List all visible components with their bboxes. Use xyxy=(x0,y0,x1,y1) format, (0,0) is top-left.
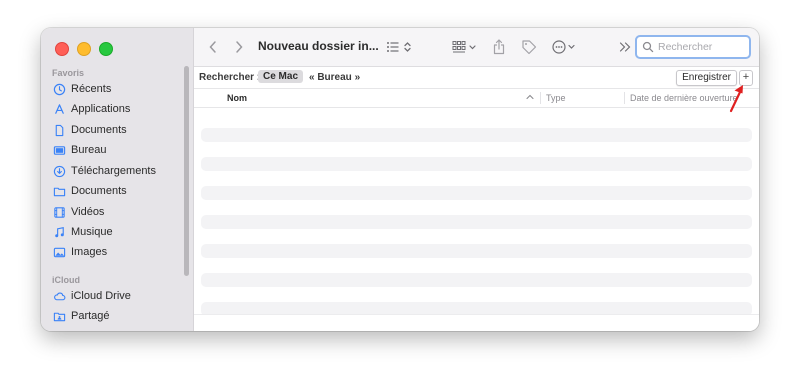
chevron-down-icon xyxy=(469,45,476,50)
close-button[interactable] xyxy=(55,42,69,56)
window-title: Nouveau dossier in... xyxy=(258,39,379,53)
sidebar-item-label: Vidéos xyxy=(71,206,105,218)
grid-group-icon xyxy=(452,41,466,53)
status-bar xyxy=(194,314,759,331)
list-row-placeholder xyxy=(201,186,752,200)
list-view-icon xyxy=(387,42,399,52)
scope-label: Rechercher : xyxy=(199,72,261,83)
sidebar-item-downloads[interactable]: Téléchargements xyxy=(52,162,182,180)
applications-icon xyxy=(52,102,66,116)
list-row-placeholder xyxy=(201,157,752,171)
ellipsis-circle-icon xyxy=(552,40,566,54)
sidebar-item-documents[interactable]: Documents xyxy=(52,121,182,139)
search-input[interactable] xyxy=(658,41,743,53)
sidebar-item-bureau[interactable]: Bureau xyxy=(52,141,182,159)
updown-chevron-icon xyxy=(404,42,411,52)
list-row-placeholder xyxy=(201,244,752,258)
column-name[interactable]: Nom xyxy=(227,93,247,103)
column-date-last-opened[interactable]: Date de dernière ouverture xyxy=(630,93,738,103)
tag-icon xyxy=(522,40,537,55)
scope-this-mac[interactable]: Ce Mac xyxy=(258,70,304,83)
column-divider[interactable] xyxy=(624,92,625,104)
zoom-button[interactable] xyxy=(99,42,113,56)
sidebar-item-label: Téléchargements xyxy=(71,165,156,177)
sidebar-item-label: Documents xyxy=(71,185,127,197)
sidebar-item-label: Musique xyxy=(71,226,113,238)
column-headers: Nom Type Date de dernière ouverture xyxy=(194,89,759,108)
sidebar: Favoris Récents Applications Documents B… xyxy=(41,28,194,331)
column-type[interactable]: Type xyxy=(546,93,566,103)
desktop-icon xyxy=(52,143,66,157)
sidebar-item-label: Bureau xyxy=(71,144,107,156)
list-row-placeholder xyxy=(201,128,752,142)
sidebar-item-icloud-drive[interactable]: iCloud Drive xyxy=(52,287,182,305)
sidebar-item-shared[interactable]: Partagé xyxy=(52,307,182,325)
download-icon xyxy=(52,164,66,178)
tag-button[interactable] xyxy=(521,38,537,56)
share-icon xyxy=(493,39,505,55)
back-button[interactable] xyxy=(208,38,218,56)
file-list[interactable] xyxy=(194,108,759,331)
forward-button[interactable] xyxy=(234,38,244,56)
minimize-button[interactable] xyxy=(77,42,91,56)
sidebar-item-label: Applications xyxy=(71,103,131,115)
sidebar-item-recents[interactable]: Récents xyxy=(52,80,182,98)
sidebar-item-applications[interactable]: Applications xyxy=(52,100,182,118)
photo-icon xyxy=(52,245,66,259)
sidebar-item-label: Partagé xyxy=(71,310,110,322)
toolbar-overflow-button[interactable] xyxy=(618,38,632,56)
list-row-placeholder xyxy=(201,273,752,287)
chevron-down-icon xyxy=(568,44,575,49)
list-row-placeholder xyxy=(201,215,752,229)
finder-window: Favoris Récents Applications Documents B… xyxy=(41,28,759,331)
search-icon xyxy=(642,41,654,53)
sidebar-item-label: Images xyxy=(71,246,108,258)
document-icon xyxy=(52,123,66,137)
shared-folder-icon xyxy=(52,309,66,323)
film-icon xyxy=(52,205,66,219)
window-controls xyxy=(55,42,113,56)
sidebar-section-favorites: Favoris xyxy=(52,68,85,78)
sidebar-item-videos[interactable]: Vidéos xyxy=(52,203,182,221)
sidebar-item-label: Récents xyxy=(71,83,112,95)
sidebar-item-label: iCloud Drive xyxy=(71,290,131,302)
sidebar-section-icloud: iCloud xyxy=(52,275,80,285)
music-icon xyxy=(52,225,66,239)
toolbar: Nouveau dossier in... xyxy=(194,28,759,67)
search-scope-bar: Rechercher : Ce Mac « Bureau » Enregistr… xyxy=(194,67,759,89)
group-button[interactable] xyxy=(452,38,478,56)
share-button[interactable] xyxy=(493,38,505,56)
view-options-button[interactable] xyxy=(386,38,414,56)
folder-icon xyxy=(52,184,66,198)
chevron-right-icon xyxy=(236,41,243,53)
search-field[interactable] xyxy=(635,35,751,59)
sidebar-item-music[interactable]: Musique xyxy=(52,223,182,241)
double-chevron-right-icon xyxy=(619,42,631,52)
annotation-arrow-icon xyxy=(729,85,743,113)
sidebar-item-images[interactable]: Images xyxy=(52,243,182,261)
column-divider[interactable] xyxy=(540,92,541,104)
cloud-icon xyxy=(52,289,66,303)
chevron-left-icon xyxy=(209,41,216,53)
sidebar-item-label: Documents xyxy=(71,124,127,136)
sort-ascending-icon[interactable] xyxy=(526,92,534,104)
sidebar-item-documents-folder[interactable]: Documents xyxy=(52,182,182,200)
clock-icon xyxy=(52,82,66,96)
scope-bureau[interactable]: « Bureau » xyxy=(309,72,360,83)
sidebar-scrollbar[interactable] xyxy=(184,66,189,276)
more-actions-button[interactable] xyxy=(552,38,578,56)
